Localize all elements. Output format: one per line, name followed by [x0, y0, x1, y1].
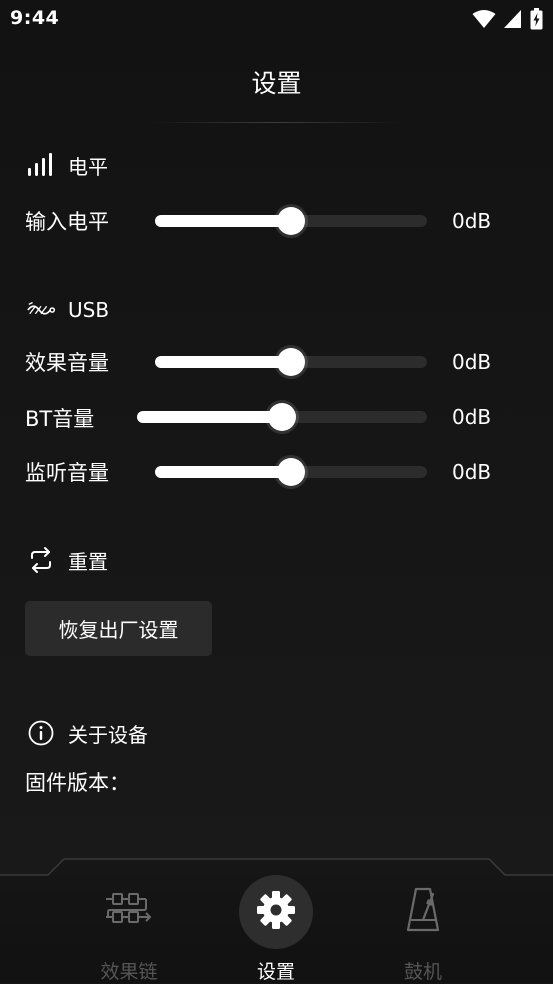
nav-tab-drum-machine[interactable]: 鼓机	[353, 855, 493, 983]
section-title: 重置	[68, 549, 108, 574]
status-icons	[472, 8, 543, 34]
input-level-label: 输入电平	[25, 210, 109, 234]
metronome-icon	[405, 886, 441, 938]
effect-volume-label: 效果音量	[25, 351, 109, 375]
slider-fill	[137, 411, 282, 423]
battery-charging-icon	[530, 8, 543, 34]
nav-tab-settings[interactable]: 设置	[206, 855, 346, 983]
section-header-about: 关于设备	[26, 718, 148, 748]
bt-volume-value: 0dB	[452, 405, 492, 429]
section-title: 关于设备	[68, 722, 148, 747]
slider-fill	[155, 466, 291, 478]
reset-arrows-icon	[26, 545, 56, 575]
nav-label: 鼓机	[403, 961, 442, 983]
effects-chain-icon	[104, 890, 154, 934]
nav-icon-container	[92, 875, 166, 949]
wifi-icon	[472, 9, 496, 33]
input-level-slider[interactable]	[155, 207, 427, 235]
section-header-usb: USB	[26, 295, 109, 325]
slider-thumb[interactable]	[277, 458, 305, 486]
monitor-volume-slider[interactable]	[155, 458, 427, 486]
slider-thumb[interactable]	[277, 207, 305, 235]
signal-bars-icon	[26, 150, 56, 180]
title-divider	[150, 122, 403, 123]
bottom-nav: 效果链 设置 鼓机	[0, 855, 553, 983]
bt-volume-label: BT音量	[25, 407, 95, 431]
status-time: 9:44	[10, 7, 60, 29]
gear-icon	[255, 889, 297, 935]
slider-thumb[interactable]	[277, 348, 305, 376]
section-title: USB	[68, 298, 110, 322]
nav-icon-container	[386, 875, 460, 949]
slider-thumb[interactable]	[268, 403, 296, 431]
bt-volume-slider[interactable]	[137, 403, 427, 431]
section-header-reset: 重置	[26, 545, 108, 575]
input-level-value: 0dB	[452, 209, 492, 233]
effect-volume-value: 0dB	[452, 350, 492, 374]
section-header-level: 电平	[26, 150, 108, 180]
slider-fill	[155, 215, 291, 227]
info-icon	[26, 718, 56, 748]
nav-label: 效果链	[100, 961, 158, 983]
monitor-volume-label: 监听音量	[25, 461, 109, 485]
status-bar: 9:44	[0, 0, 553, 38]
factory-reset-button[interactable]: 恢复出厂设置	[25, 601, 212, 656]
effect-volume-slider[interactable]	[155, 348, 427, 376]
nav-label: 设置	[256, 961, 295, 983]
page-title: 设置	[251, 69, 302, 98]
slider-fill	[155, 356, 291, 368]
cellular-signal-icon	[504, 9, 522, 33]
usb-icon	[26, 295, 56, 325]
section-title: 电平	[68, 154, 108, 179]
nav-tab-effects-chain[interactable]: 效果链	[59, 855, 199, 983]
firmware-version-label: 固件版本：	[25, 771, 130, 795]
monitor-volume-value: 0dB	[452, 460, 492, 484]
nav-icon-container	[239, 875, 313, 949]
